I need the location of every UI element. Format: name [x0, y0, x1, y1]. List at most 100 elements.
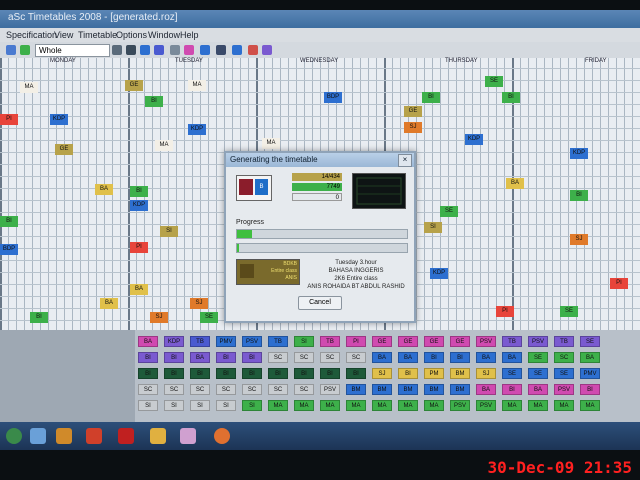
lesson-chip[interactable]: BI	[164, 368, 184, 379]
firefox-icon[interactable]	[214, 428, 230, 444]
timetable-card[interactable]: KDP	[188, 124, 206, 135]
lesson-chip[interactable]: BA	[580, 352, 600, 363]
lesson-chip[interactable]: BM	[398, 384, 418, 395]
start-icon[interactable]	[6, 428, 22, 444]
lesson-chip[interactable]: BA	[476, 352, 496, 363]
generate-icon[interactable]	[184, 45, 194, 55]
lesson-chip[interactable]: SC	[554, 352, 574, 363]
timetable-card[interactable]: SJ	[190, 298, 208, 309]
lesson-chip[interactable]: SC	[268, 384, 288, 395]
help-icon[interactable]	[262, 45, 272, 55]
lesson-chip[interactable]: KDP	[164, 336, 184, 347]
lesson-chip[interactable]: MA	[580, 400, 600, 411]
media-icon[interactable]	[86, 428, 102, 444]
menu-window[interactable]: Window	[148, 30, 180, 40]
lesson-chip[interactable]: BA	[528, 384, 548, 395]
timetable-app-icon[interactable]	[150, 428, 166, 444]
pdf-icon[interactable]	[118, 428, 134, 444]
lesson-chip[interactable]: TB	[268, 336, 288, 347]
timetable-card[interactable]: MA	[20, 82, 38, 93]
subjects-icon[interactable]	[170, 45, 180, 55]
lesson-chip[interactable]: SC	[346, 352, 366, 363]
lesson-chip[interactable]: MA	[554, 400, 574, 411]
timetable-card[interactable]: KDP	[130, 200, 148, 211]
lesson-chip[interactable]: SE	[528, 368, 548, 379]
timetable-card[interactable]: PI	[130, 242, 148, 253]
timetable-card[interactable]: BI	[502, 92, 520, 103]
lesson-chip[interactable]: MA	[268, 400, 288, 411]
timetable-card[interactable]: BA	[100, 298, 118, 309]
lesson-chip[interactable]: SI	[216, 400, 236, 411]
lesson-chip[interactable]: GE	[398, 336, 418, 347]
lesson-chip[interactable]: GE	[372, 336, 392, 347]
menu-timetable[interactable]: Timetable	[78, 30, 117, 40]
lesson-chip[interactable]: BI	[138, 368, 158, 379]
lesson-chip[interactable]: SC	[320, 352, 340, 363]
lesson-chip[interactable]: SI	[242, 400, 262, 411]
timetable-card[interactable]: BDP	[0, 244, 18, 255]
folder-icon[interactable]	[56, 428, 72, 444]
delete-icon[interactable]	[248, 45, 258, 55]
lesson-chip[interactable]: SE	[554, 368, 574, 379]
lesson-chip[interactable]: SC	[294, 352, 314, 363]
lesson-chip[interactable]: MA	[502, 400, 522, 411]
timetable-card[interactable]: SJ	[570, 234, 588, 245]
timetable-card[interactable]: SE	[560, 306, 578, 317]
lesson-chip[interactable]: BA	[190, 352, 210, 363]
timetable-card[interactable]: KDP	[570, 148, 588, 159]
timetable-card[interactable]: BA	[130, 284, 148, 295]
timetable-card[interactable]: BI	[145, 96, 163, 107]
timetable-card[interactable]: SJ	[150, 312, 168, 323]
lesson-chip[interactable]: SC	[164, 384, 184, 395]
lesson-chip[interactable]: PMV	[580, 368, 600, 379]
timetable-card[interactable]: BI	[570, 190, 588, 201]
lesson-chip[interactable]: BI	[398, 368, 418, 379]
lesson-chip[interactable]: GE	[424, 336, 444, 347]
timetable-card[interactable]: BI	[0, 216, 18, 227]
lesson-chip[interactable]: TB	[502, 336, 522, 347]
lesson-chip[interactable]: TB	[190, 336, 210, 347]
lesson-chip[interactable]: BA	[398, 352, 418, 363]
lesson-chip[interactable]: PSV	[476, 336, 496, 347]
lesson-chip[interactable]: SC	[216, 384, 236, 395]
timetable-card[interactable]: BI	[130, 186, 148, 197]
lesson-chip[interactable]: SC	[190, 384, 210, 395]
lesson-chip[interactable]: MA	[528, 400, 548, 411]
lesson-chip[interactable]: SI	[138, 400, 158, 411]
lesson-chip[interactable]: BI	[164, 352, 184, 363]
lesson-chip[interactable]: BI	[320, 368, 340, 379]
menu-options[interactable]: Options	[116, 30, 147, 40]
cancel-button[interactable]: Cancel	[298, 296, 342, 310]
lesson-chip[interactable]: SE	[528, 352, 548, 363]
lesson-chip[interactable]: MA	[398, 400, 418, 411]
lesson-chip[interactable]: BI	[346, 368, 366, 379]
lock-icon[interactable]	[216, 45, 226, 55]
lesson-chip[interactable]: MA	[294, 400, 314, 411]
lesson-chip[interactable]: PSV	[450, 400, 470, 411]
lesson-chip[interactable]: BI	[216, 368, 236, 379]
lesson-chip[interactable]: BI	[216, 352, 236, 363]
lesson-chip[interactable]: PI	[346, 336, 366, 347]
timetable-card[interactable]: GE	[55, 144, 73, 155]
lesson-chip[interactable]: BM	[424, 384, 444, 395]
lesson-chip[interactable]: BM	[372, 384, 392, 395]
lesson-chip[interactable]: BI	[424, 352, 444, 363]
timetable-card[interactable]: SE	[485, 76, 503, 87]
view-select[interactable]: Whole	[35, 44, 110, 57]
timetable-card[interactable]: GE	[125, 80, 143, 91]
dialog-close-button[interactable]: ×	[398, 154, 412, 167]
timetable-card[interactable]: PI	[496, 306, 514, 317]
lesson-chip[interactable]: MA	[346, 400, 366, 411]
timetable-card[interactable]: KDP	[465, 134, 483, 145]
lesson-chip[interactable]: BM	[450, 384, 470, 395]
print-icon[interactable]	[112, 45, 122, 55]
lesson-chip[interactable]: BM	[450, 368, 470, 379]
lesson-chip[interactable]: SC	[294, 384, 314, 395]
lesson-chip[interactable]: SC	[242, 384, 262, 395]
lesson-chip[interactable]: SC	[268, 352, 288, 363]
lesson-chip[interactable]: SE	[580, 336, 600, 347]
lesson-chip[interactable]: TB	[554, 336, 574, 347]
lesson-chip[interactable]: SC	[138, 384, 158, 395]
people-icon[interactable]	[140, 45, 150, 55]
check-icon[interactable]	[200, 45, 210, 55]
